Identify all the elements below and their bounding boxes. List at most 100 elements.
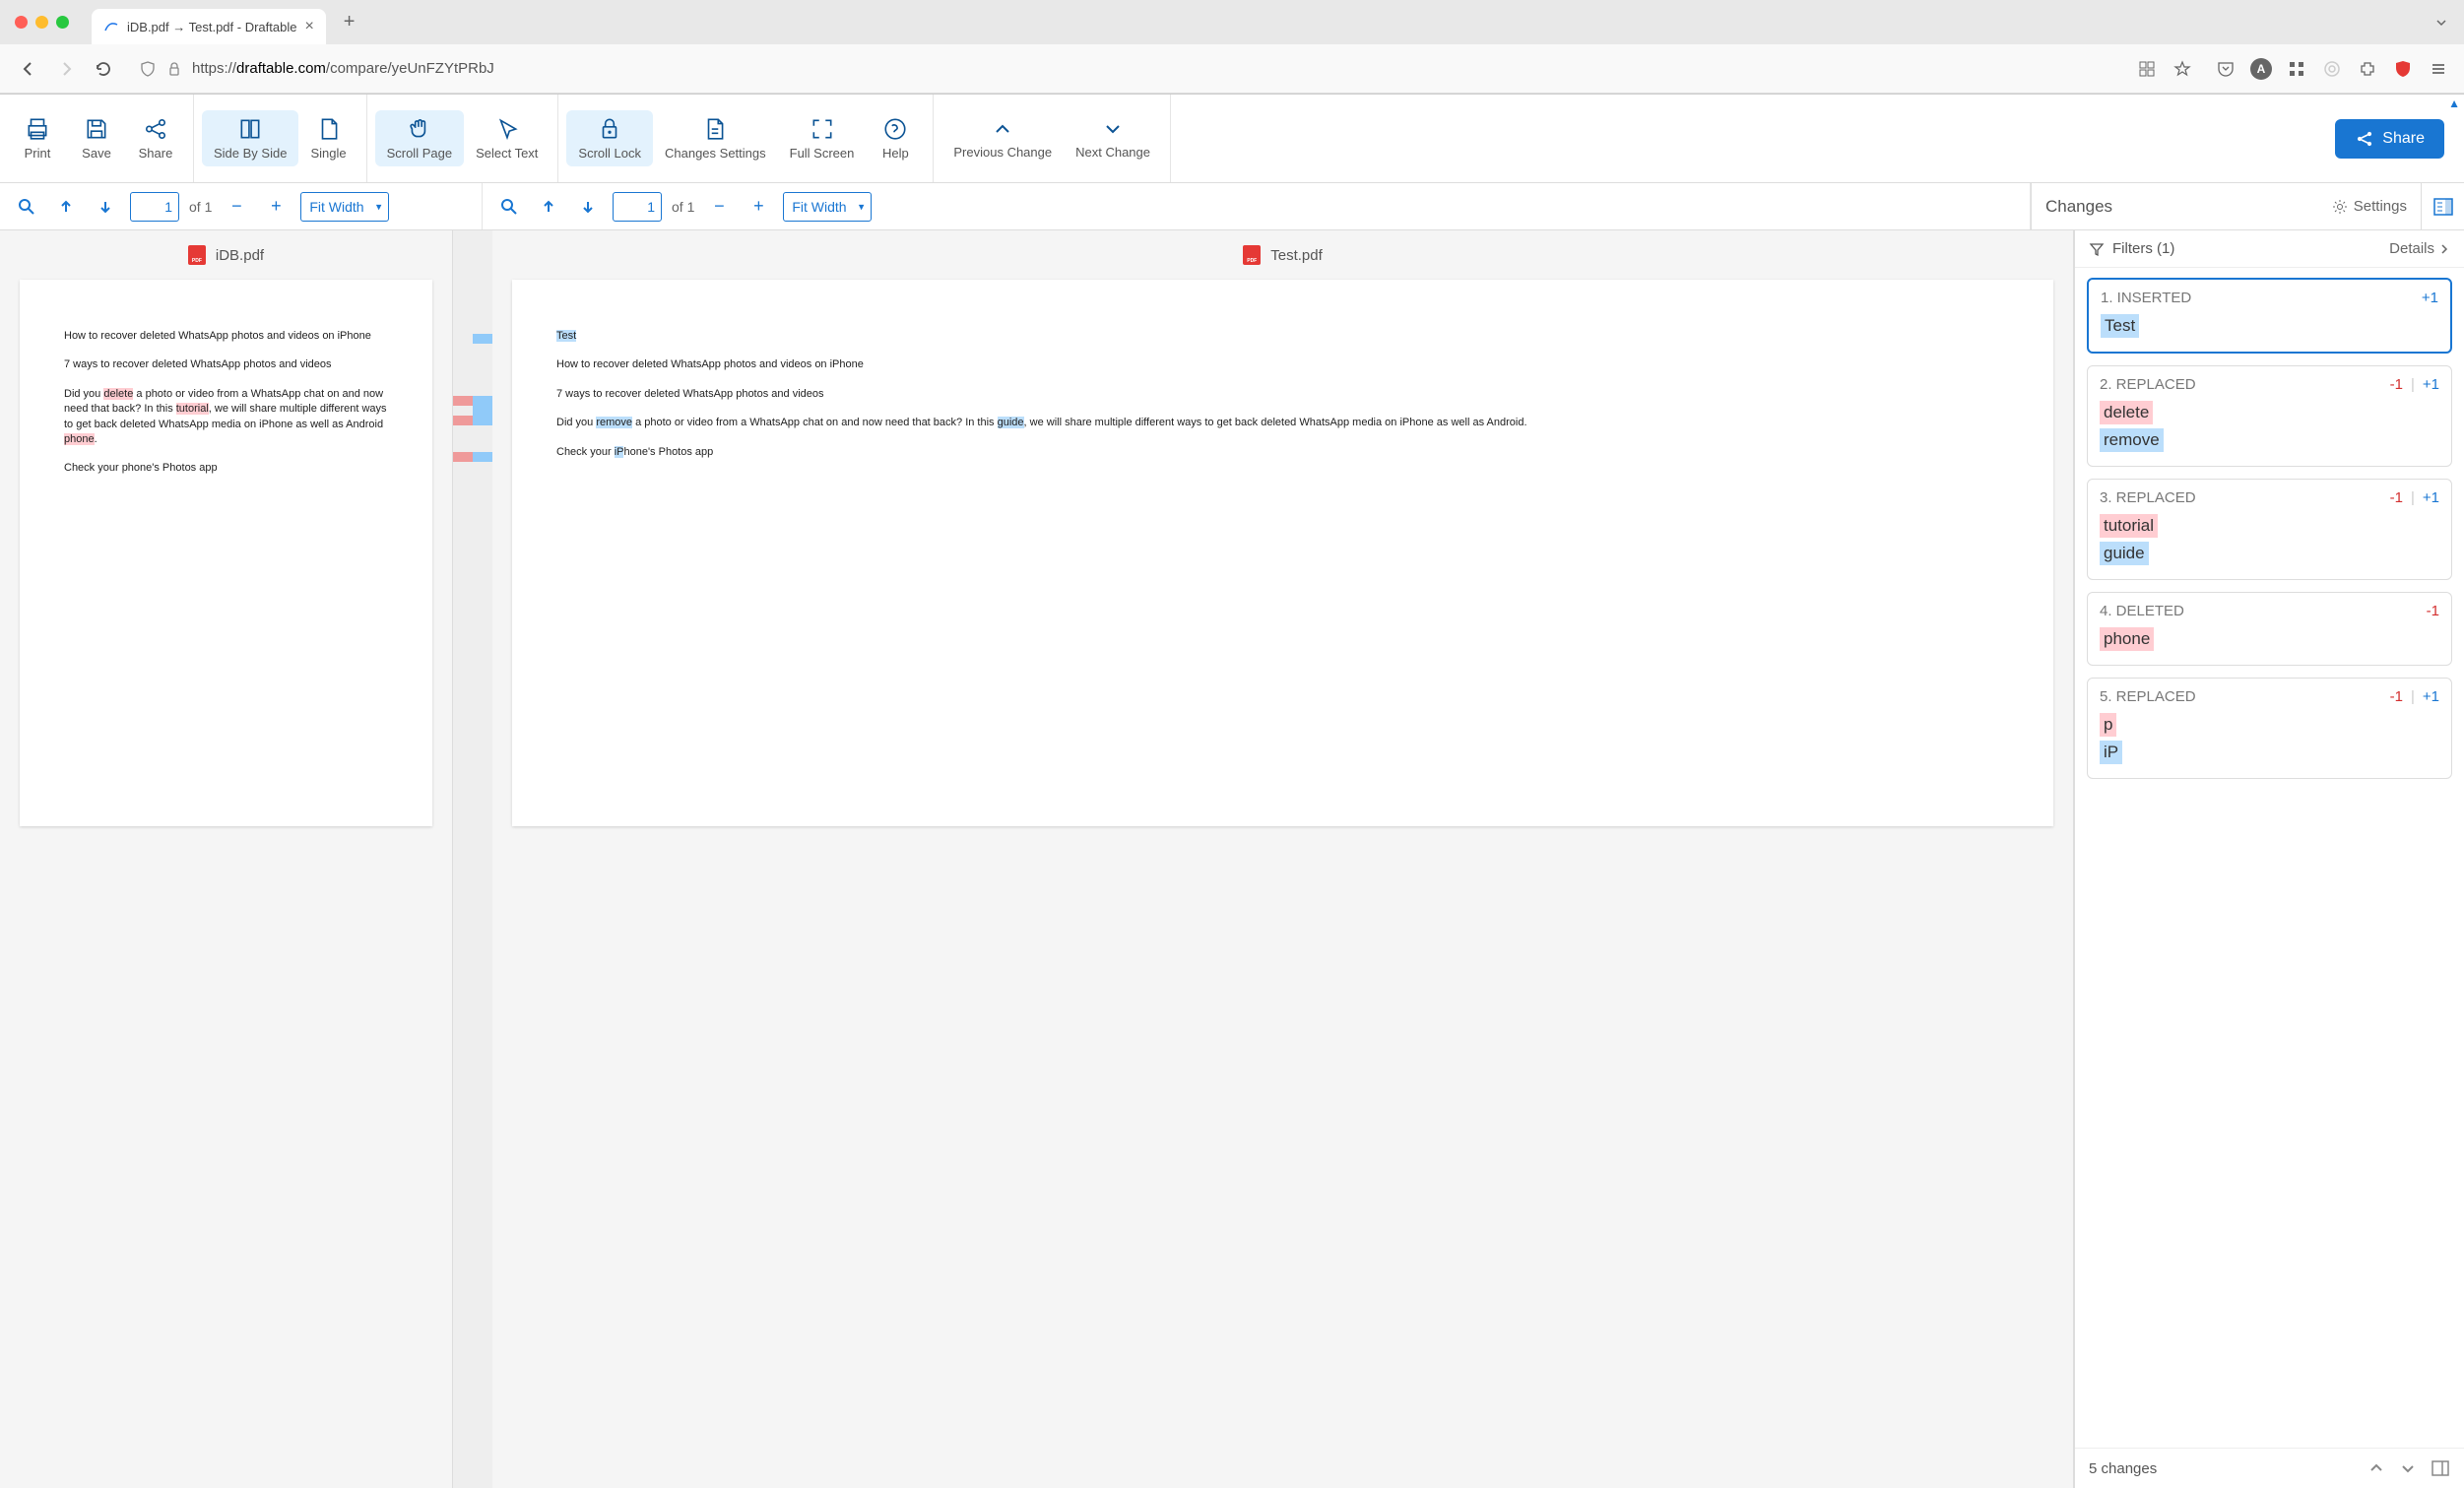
- close-window-button[interactable]: [15, 16, 28, 29]
- right-page[interactable]: Test How to recover deleted WhatsApp pho…: [512, 280, 2053, 826]
- previous-change-button[interactable]: Previous Change: [941, 111, 1064, 166]
- single-page-icon: [316, 116, 342, 142]
- panel-toggle-button[interactable]: [2421, 183, 2464, 229]
- search-right-button[interactable]: [494, 192, 524, 222]
- help-icon: [882, 116, 908, 142]
- window-controls: [15, 16, 69, 29]
- page-total-right: of 1: [672, 199, 694, 215]
- zoom-select-right[interactable]: Fit Width: [783, 192, 872, 222]
- extensions-icon[interactable]: [2357, 58, 2378, 80]
- account-badge[interactable]: A: [2250, 58, 2272, 80]
- change-counts: -1|+1: [2390, 376, 2439, 393]
- zoom-out-right-button[interactable]: −: [704, 192, 734, 222]
- right-p2: 7 ways to recover deleted WhatsApp photo…: [556, 387, 2009, 402]
- back-button[interactable]: [15, 55, 42, 83]
- scroll-page-button[interactable]: Scroll Page: [375, 110, 464, 167]
- zoom-in-right-button[interactable]: +: [744, 192, 773, 222]
- reload-button[interactable]: [90, 55, 117, 83]
- shield-icon[interactable]: [139, 60, 157, 78]
- collapse-toolbar-icon[interactable]: ▲: [2448, 97, 2460, 110]
- details-button[interactable]: Details: [2389, 240, 2450, 257]
- save-icon: [84, 116, 109, 142]
- lock-icon[interactable]: [166, 61, 182, 77]
- select-text-button[interactable]: Select Text: [464, 110, 550, 167]
- chevron-up-icon: [991, 117, 1014, 141]
- right-page-controls: of 1 − + Fit Width: [483, 183, 2031, 229]
- change-card[interactable]: 3. REPLACED -1|+1 tutorialguide: [2087, 479, 2452, 580]
- right-p3: Did you remove a photo or video from a W…: [556, 416, 2009, 430]
- left-filename: iDB.pdf: [216, 247, 264, 264]
- print-icon: [25, 116, 50, 142]
- change-counts: -1: [2427, 603, 2439, 619]
- change-body: Test: [2101, 314, 2438, 342]
- next-change-button[interactable]: Next Change: [1064, 111, 1162, 166]
- qr-icon[interactable]: [2136, 58, 2158, 80]
- main-area: iDB.pdf How to recover deleted WhatsApp …: [0, 230, 2464, 1488]
- url-box[interactable]: https://draftable.com/compare/yeUnFZYtPR…: [127, 52, 2205, 86]
- changes-settings-button[interactable]: Changes Settings: [653, 110, 778, 167]
- brave-shield-icon[interactable]: [2392, 58, 2414, 80]
- changes-list[interactable]: 1. INSERTED+1Test 2. REPLACED-1|+1deleter…: [2075, 268, 2464, 1448]
- change-counts: -1|+1: [2390, 688, 2439, 705]
- share-button[interactable]: Share: [126, 110, 185, 167]
- page-down-right-button[interactable]: [573, 192, 603, 222]
- left-p4: Check your phone's Photos app: [64, 461, 388, 476]
- search-left-button[interactable]: [12, 192, 41, 222]
- prev-change-footer-button[interactable]: [2367, 1459, 2385, 1477]
- change-body: tutorialguide: [2100, 514, 2439, 569]
- url-text: https://draftable.com/compare/yeUnFZYtPR…: [192, 60, 494, 77]
- minimize-window-button[interactable]: [35, 16, 48, 29]
- right-p1: How to recover deleted WhatsApp photos a…: [556, 357, 2009, 372]
- change-title: 4. DELETED: [2100, 603, 2184, 619]
- left-page[interactable]: How to recover deleted WhatsApp photos a…: [20, 280, 432, 826]
- change-card[interactable]: 2. REPLACED-1|+1deleteremove: [2087, 365, 2452, 467]
- page-total-left: of 1: [189, 199, 212, 215]
- browser-tab[interactable]: iDB.pdf → Test.pdf - Draftable ×: [92, 9, 326, 44]
- new-tab-button[interactable]: +: [334, 11, 365, 33]
- tab-close-icon[interactable]: ×: [304, 18, 313, 35]
- change-counts: -1|+1: [2390, 489, 2439, 506]
- page-input-right[interactable]: [613, 192, 662, 222]
- browser-chrome: iDB.pdf → Test.pdf - Draftable × + https…: [0, 0, 2464, 95]
- change-card[interactable]: 5. REPLACED-1|+1piP: [2087, 678, 2452, 779]
- sub-toolbar: of 1 − + Fit Width of 1 − + Fit Width Ch…: [0, 183, 2464, 230]
- scroll-lock-button[interactable]: Scroll Lock: [566, 110, 653, 167]
- zoom-in-left-button[interactable]: +: [261, 192, 291, 222]
- changes-settings-link[interactable]: Settings: [2332, 198, 2407, 215]
- filters-button[interactable]: Filters (1): [2089, 240, 2174, 257]
- layout-toggle-button[interactable]: [2431, 1458, 2450, 1478]
- zoom-select-left[interactable]: Fit Width: [300, 192, 389, 222]
- change-card[interactable]: 4. DELETED-1phone: [2087, 592, 2452, 666]
- save-button[interactable]: Save: [67, 110, 126, 167]
- maximize-window-button[interactable]: [56, 16, 69, 29]
- tab-bar: iDB.pdf → Test.pdf - Draftable × +: [0, 0, 2464, 44]
- forward-button[interactable]: [52, 55, 80, 83]
- full-screen-button[interactable]: Full Screen: [778, 110, 867, 167]
- side-by-side-button[interactable]: Side By Side: [202, 110, 298, 167]
- left-p2: 7 ways to recover deleted WhatsApp photo…: [64, 357, 388, 372]
- change-card[interactable]: 1. INSERTED+1Test: [2087, 278, 2452, 354]
- menu-icon[interactable]: [2428, 58, 2449, 80]
- page-up-left-button[interactable]: [51, 192, 81, 222]
- page-input-left[interactable]: [130, 192, 179, 222]
- change-title: 3. REPLACED: [2100, 489, 2196, 506]
- changes-panel: Filters (1) Details 1. INSERTED+1Test 2. …: [2074, 230, 2464, 1488]
- zoom-out-left-button[interactable]: −: [222, 192, 251, 222]
- apps-grid-icon[interactable]: [2286, 58, 2307, 80]
- sync-icon[interactable]: [2321, 58, 2343, 80]
- settings-doc-icon: [702, 116, 728, 142]
- help-button[interactable]: Help: [866, 110, 925, 167]
- bookmark-star-icon[interactable]: [2172, 58, 2193, 80]
- page-up-right-button[interactable]: [534, 192, 563, 222]
- chevron-down-icon: [1101, 117, 1125, 141]
- share-primary-button[interactable]: Share: [2335, 119, 2444, 159]
- tabs-dropdown-icon[interactable]: [2433, 15, 2449, 31]
- left-p1: How to recover deleted WhatsApp photos a…: [64, 329, 388, 344]
- share-icon: [143, 116, 168, 142]
- page-down-left-button[interactable]: [91, 192, 120, 222]
- pocket-icon[interactable]: [2215, 58, 2237, 80]
- print-button[interactable]: Print: [8, 110, 67, 167]
- next-change-footer-button[interactable]: [2399, 1459, 2417, 1477]
- single-button[interactable]: Single: [298, 110, 357, 167]
- change-gutter[interactable]: [453, 230, 492, 1488]
